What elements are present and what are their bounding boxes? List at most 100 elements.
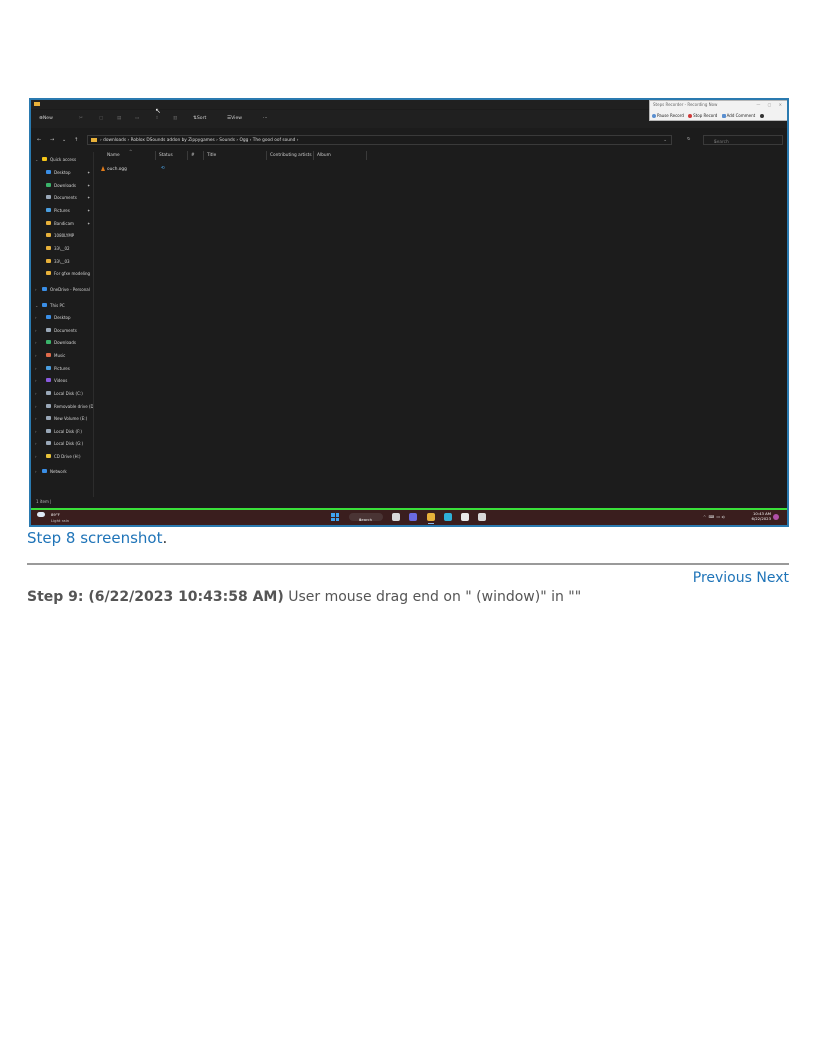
chevron-right-icon[interactable]: › — [35, 328, 37, 333]
navigation-pane: ⌄ Quick access Desktop ✦ Downloads ✦ Documents… — [31, 152, 94, 497]
nav-item[interactable]: › CD Drive (H:) — [31, 453, 93, 461]
file-explorer-icon[interactable] — [427, 513, 435, 521]
nav-item[interactable]: Downloads ✦ — [31, 182, 93, 190]
column-header[interactable]: # — [191, 153, 195, 158]
address-dropdown-icon[interactable]: ⌄ — [663, 138, 667, 143]
nav-item[interactable]: › OneDrive - Personal — [31, 286, 93, 294]
column-divider[interactable] — [313, 151, 314, 160]
command-view-button[interactable]: ☰View — [227, 116, 242, 121]
nav-item[interactable]: 33\__02 — [31, 245, 93, 253]
breadcrumb-item[interactable]: Roblox DSounds addon by Zippygames — [131, 138, 215, 143]
command-copy-button[interactable]: ▢ — [99, 116, 103, 121]
chevron-right-icon[interactable]: › — [35, 378, 37, 383]
chevron-right-icon[interactable]: › — [35, 454, 37, 459]
taskview-icon[interactable] — [392, 513, 400, 521]
chevron-right-icon[interactable]: › — [35, 353, 37, 358]
nav-item[interactable]: › Pictures — [31, 365, 93, 373]
command-paste-button[interactable]: ▤ — [117, 116, 121, 121]
nav-item[interactable]: › New Volume (E:) — [31, 415, 93, 423]
command-cut-button[interactable]: ✂ — [79, 116, 83, 121]
nav-item[interactable]: 33\__03 — [31, 258, 93, 266]
back-arrow-icon[interactable]: ← — [37, 137, 41, 143]
command-more-button[interactable]: ··· — [263, 116, 267, 121]
chevron-right-icon[interactable]: › — [35, 429, 37, 434]
forward-arrow-icon[interactable]: → — [50, 137, 54, 143]
command-sort-button[interactable]: ⇅Sort — [193, 116, 206, 121]
chevron-right-icon[interactable]: › — [35, 391, 37, 396]
nav-item[interactable]: ⌄ Quick access — [31, 156, 93, 164]
chat-icon[interactable] — [409, 513, 417, 521]
clock[interactable]: 10:43 AM 6/22/2023 — [747, 511, 771, 521]
column-divider[interactable] — [187, 151, 188, 160]
chevron-right-icon[interactable]: › — [35, 441, 37, 446]
breadcrumb-item[interactable]: The good oof sound — [253, 138, 296, 143]
nav-item[interactable]: › Downloads — [31, 339, 93, 347]
chevron-down-icon[interactable]: ⌄ — [35, 157, 38, 162]
nav-item-icon — [46, 183, 51, 187]
nav-item[interactable]: › Local Disk (C:) — [31, 390, 93, 398]
nav-item[interactable]: › Music — [31, 352, 93, 360]
command-delete-button[interactable]: ▥ — [173, 116, 177, 121]
edge-icon[interactable] — [444, 513, 452, 521]
nav-item[interactable]: Documents ✦ — [31, 194, 93, 202]
column-header[interactable]: Name — [107, 153, 120, 158]
next-link[interactable]: Next — [756, 570, 789, 586]
nav-item[interactable]: Desktop ✦ — [31, 169, 93, 177]
nav-item[interactable]: For gfxe modeling — [31, 270, 93, 278]
search-input[interactable]: ⌕ Search — [703, 135, 783, 145]
previous-link[interactable]: Previous — [693, 570, 752, 586]
nav-item[interactable]: › Network — [31, 468, 93, 476]
column-header[interactable]: Status — [159, 153, 173, 158]
nav-item[interactable]: › Desktop — [31, 314, 93, 322]
stop-record-button[interactable]: Stop Record — [688, 113, 717, 118]
chevron-right-icon[interactable]: › — [35, 366, 37, 371]
status-bar-text: 1 item | — [36, 499, 52, 504]
chevron-right-icon[interactable]: › — [35, 404, 37, 409]
chevron-right-icon[interactable]: › — [35, 469, 37, 474]
column-divider[interactable] — [366, 151, 367, 160]
start-button[interactable] — [331, 513, 339, 521]
nav-item[interactable]: Bandicam ✦ — [31, 220, 93, 228]
recent-chevron-icon[interactable]: ⌄ — [62, 137, 66, 143]
window-controls[interactable]: — ▢ ✕ — [756, 102, 785, 107]
column-divider[interactable] — [266, 151, 267, 160]
breadcrumb-item[interactable]: downloads — [103, 138, 126, 143]
column-header[interactable]: Title — [207, 153, 216, 158]
nav-item[interactable]: › Videos — [31, 377, 93, 385]
up-arrow-icon[interactable]: ↑ — [74, 137, 78, 143]
breadcrumb-item[interactable]: Ogg — [239, 138, 248, 143]
nav-item[interactable]: › Local Disk (F:) — [31, 428, 93, 436]
nav-item[interactable]: 1080LYMP — [31, 232, 93, 240]
address-bar[interactable]: › downloads › Roblox DSounds addon by Zi… — [87, 135, 672, 145]
nav-item[interactable]: › Documents — [31, 327, 93, 335]
chevron-down-icon[interactable]: ⌄ — [35, 303, 38, 308]
notification-icon[interactable] — [773, 514, 779, 520]
screenshot-link[interactable]: Step 8 screenshot — [27, 529, 162, 547]
weather-widget[interactable]: 89°F Light rain — [37, 512, 69, 523]
nav-item[interactable]: Pictures ✦ — [31, 207, 93, 215]
add-comment-button[interactable]: Add Comment — [721, 113, 755, 118]
column-header[interactable]: Album — [317, 153, 331, 158]
column-header[interactable]: Contributing artists — [270, 153, 312, 158]
command-plus-button[interactable]: ⊕New — [39, 116, 53, 121]
chevron-right-icon[interactable]: › — [35, 416, 37, 421]
taskbar-search-button[interactable]: ⌕ Search — [349, 513, 383, 522]
help-button[interactable] — [759, 113, 765, 118]
command-rename-button[interactable]: ▭ — [135, 116, 139, 121]
store-icon[interactable] — [461, 513, 469, 521]
list-item[interactable]: ouch.ogg — [101, 166, 127, 172]
column-divider[interactable] — [155, 151, 156, 160]
nav-item[interactable]: › Local Disk (G:) — [31, 440, 93, 448]
refresh-icon[interactable]: ↻ — [687, 137, 691, 142]
nav-item[interactable]: › Removable drive (D:) — [31, 403, 93, 411]
chevron-right-icon[interactable]: › — [35, 340, 37, 345]
chevron-right-icon[interactable]: › — [35, 287, 37, 292]
column-divider[interactable] — [203, 151, 204, 160]
command-share-button[interactable]: ⇪ — [155, 116, 159, 121]
pause-record-button[interactable]: Pause Record — [652, 113, 684, 118]
chevron-right-icon[interactable]: › — [35, 315, 37, 320]
system-tray[interactable]: ^ ⌨ ▭ ◂) — [703, 514, 725, 519]
breadcrumb-item[interactable]: Sounds — [219, 138, 235, 143]
nav-item[interactable]: ⌄ This PC — [31, 302, 93, 310]
steps-recorder-icon[interactable] — [478, 513, 486, 521]
